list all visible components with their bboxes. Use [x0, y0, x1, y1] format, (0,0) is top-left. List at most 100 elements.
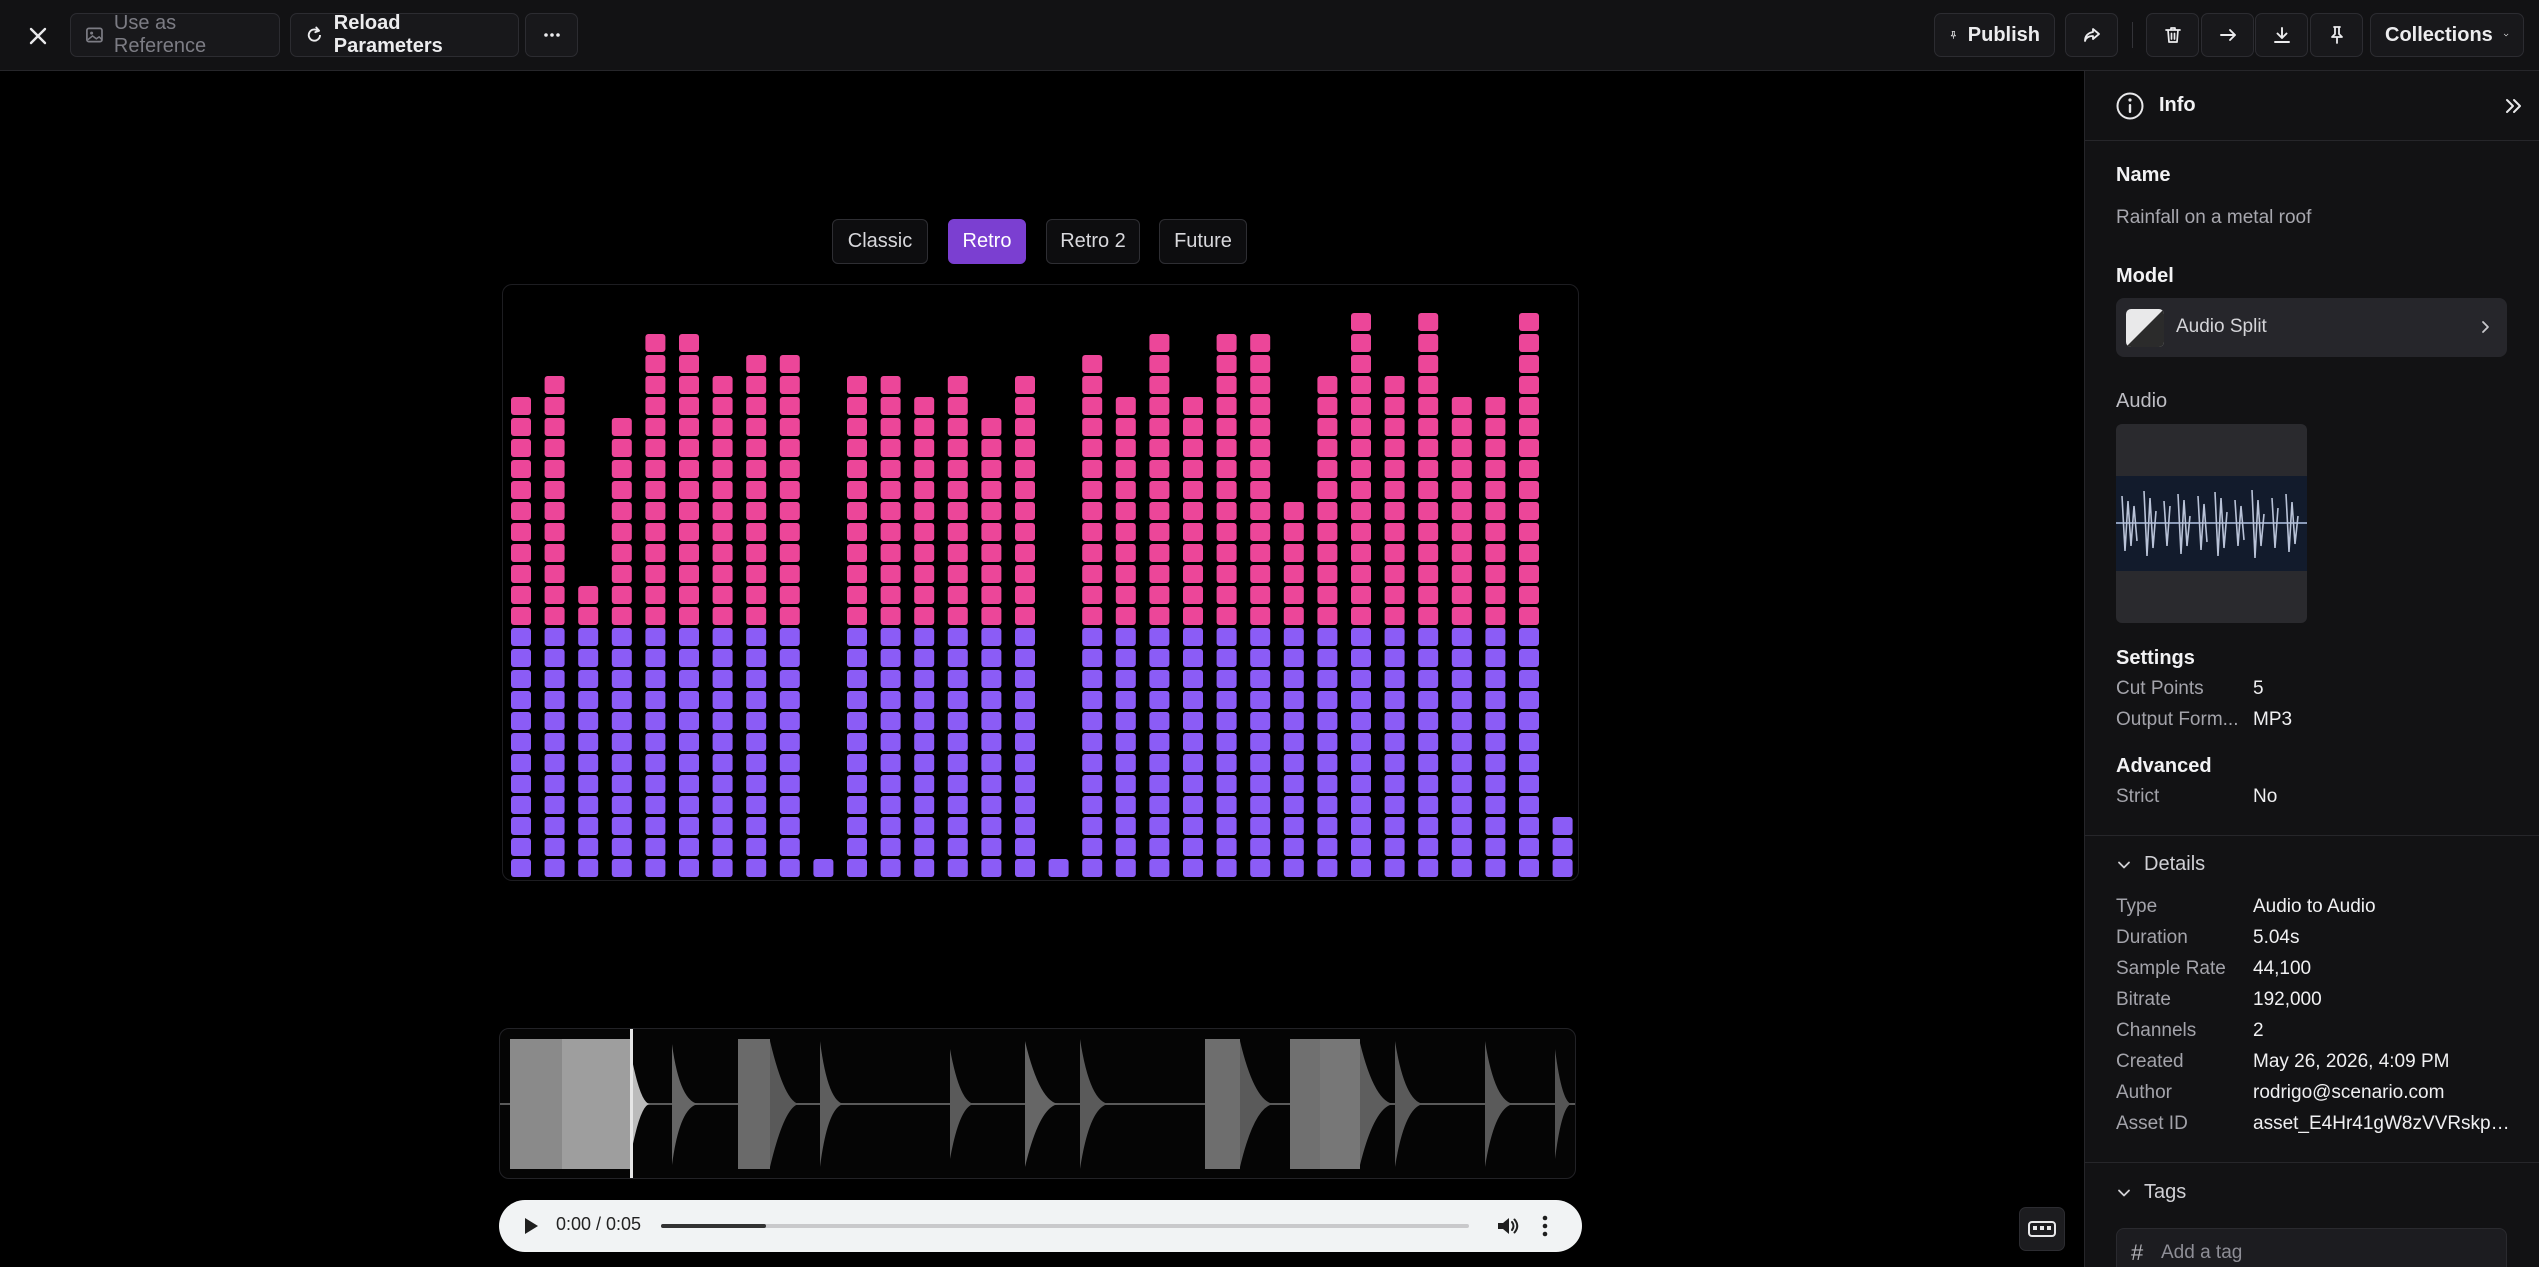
- visualizer-segment: [1216, 397, 1237, 415]
- delete-button[interactable]: [2146, 13, 2199, 57]
- visualizer-segment: [981, 502, 1002, 520]
- reload-parameters-button[interactable]: Reload Parameters: [290, 12, 519, 57]
- visualizer-segment: [511, 439, 531, 457]
- visualizer-segment: [1418, 670, 1439, 688]
- share-button[interactable]: [2065, 13, 2118, 57]
- collections-dropdown[interactable]: Collections: [2370, 13, 2524, 57]
- detail-value[interactable]: asset_E4Hr41gW8zVVRskpH...: [2253, 1113, 2515, 1135]
- visualizer-segment: [1384, 607, 1405, 625]
- model-thumbnail: [2126, 309, 2164, 347]
- visualizer-segment: [947, 481, 968, 499]
- visualizer-segment: [611, 649, 632, 667]
- visualizer-segment: [679, 628, 699, 646]
- visualizer-segment: [1451, 670, 1472, 688]
- visualizer-segment: [1384, 859, 1405, 877]
- details-toggle[interactable]: Details: [2116, 853, 2205, 876]
- visualizer-segment: [1250, 502, 1271, 520]
- visualizer-segment: [1216, 754, 1237, 772]
- play-icon[interactable]: [519, 1215, 541, 1237]
- visualizer-segment: [645, 733, 666, 751]
- publish-button[interactable]: Publish: [1934, 13, 2055, 57]
- visualizer-segment: [1418, 523, 1439, 541]
- visualizer-segment: [1519, 586, 1539, 604]
- visualizer-segment: [746, 670, 767, 688]
- pin-button[interactable]: [2310, 13, 2363, 57]
- visualizer-segment: [746, 565, 767, 583]
- visualizer-segment: [746, 460, 767, 478]
- visualizer-segment: [1149, 481, 1170, 499]
- visualizer-segment: [1115, 775, 1136, 793]
- visualizer-segment: [1485, 628, 1506, 646]
- player-seek-bar[interactable]: [661, 1224, 1469, 1228]
- visualizer-segment: [746, 439, 767, 457]
- preset-tab-future[interactable]: Future: [1159, 219, 1247, 264]
- add-tag-field[interactable]: #: [2116, 1228, 2507, 1267]
- preset-tab-retro[interactable]: Retro: [948, 219, 1026, 264]
- setting-key: Cut Points: [2116, 678, 2204, 699]
- visualizer-segment: [578, 670, 599, 688]
- visualizer-segment: [1451, 838, 1472, 856]
- visualizer-segment: [1519, 775, 1539, 793]
- visualizer-segment: [1250, 733, 1271, 751]
- keyboard-shortcuts-button[interactable]: [2019, 1207, 2065, 1251]
- visualizer-segment: [1485, 859, 1506, 877]
- visualizer-segment: [1317, 775, 1338, 793]
- visualizer-segment: [981, 817, 1002, 835]
- visualizer-segment: [1216, 817, 1237, 835]
- visualizer-segment: [1317, 502, 1338, 520]
- visualizer-segment: [779, 628, 800, 646]
- add-tag-input[interactable]: [2161, 1239, 2481, 1267]
- visualizer-segment: [1418, 628, 1439, 646]
- visualizer-segment: [1183, 775, 1203, 793]
- visualizer-segment: [1149, 607, 1170, 625]
- visualizer-segment: [914, 628, 935, 646]
- visualizer-segment: [1082, 670, 1103, 688]
- use-as-reference-button[interactable]: Use as Reference: [70, 12, 280, 57]
- visualizer-segment: [1283, 775, 1304, 793]
- visualizer-segment: [1015, 712, 1035, 730]
- model-card[interactable]: Audio Split: [2116, 298, 2507, 357]
- visualizer-segment: [544, 544, 565, 562]
- move-button[interactable]: [2201, 13, 2254, 57]
- tags-toggle[interactable]: Tags: [2116, 1181, 2186, 1204]
- close-button[interactable]: [22, 20, 54, 52]
- visualizer-segment: [1149, 691, 1170, 709]
- visualizer-segment: [1317, 733, 1338, 751]
- visualizer-segment: [1250, 691, 1271, 709]
- visualizer-segment: [611, 838, 632, 856]
- visualizer-segment: [1384, 418, 1405, 436]
- visualizer-segment: [746, 502, 767, 520]
- visualizer-segment: [611, 418, 632, 436]
- visualizer-segment: [1485, 586, 1506, 604]
- share-icon: [2083, 28, 2100, 42]
- visualizer-segment: [880, 481, 901, 499]
- visualizer-segment: [1418, 313, 1439, 331]
- more-vertical-icon[interactable]: [1540, 1214, 1550, 1238]
- visualizer-segment: [544, 376, 565, 394]
- visualizer-segment: [1015, 796, 1035, 814]
- visualizer-bar: [1485, 397, 1506, 877]
- visualizer-segment: [511, 481, 531, 499]
- detail-value: 192,000: [2253, 989, 2322, 1010]
- visualizer-segment: [1216, 439, 1237, 457]
- more-options-button[interactable]: [525, 13, 578, 57]
- visualizer-bar: [1351, 313, 1371, 877]
- visualizer-segment: [1250, 418, 1271, 436]
- volume-icon[interactable]: [1495, 1213, 1521, 1239]
- visualizer-segment: [847, 418, 867, 436]
- visualizer-segment: [981, 418, 1002, 436]
- visualizer-segment: [1082, 460, 1103, 478]
- visualizer-segment: [779, 586, 800, 604]
- download-button[interactable]: [2255, 13, 2308, 57]
- visualizer-segment: [1418, 733, 1439, 751]
- waveform-timeline[interactable]: [499, 1028, 1576, 1179]
- preset-tab-retro-2[interactable]: Retro 2: [1046, 219, 1140, 264]
- visualizer-segment: [712, 607, 733, 625]
- visualizer-segment: [1216, 628, 1237, 646]
- preset-tab-classic[interactable]: Classic: [832, 219, 928, 264]
- visualizer-segment: [645, 460, 666, 478]
- visualizer-segment: [1115, 418, 1136, 436]
- audio-thumbnail[interactable]: [2116, 424, 2307, 623]
- collapse-panel-icon[interactable]: [2503, 95, 2525, 117]
- audio-visualizer: [502, 284, 1579, 881]
